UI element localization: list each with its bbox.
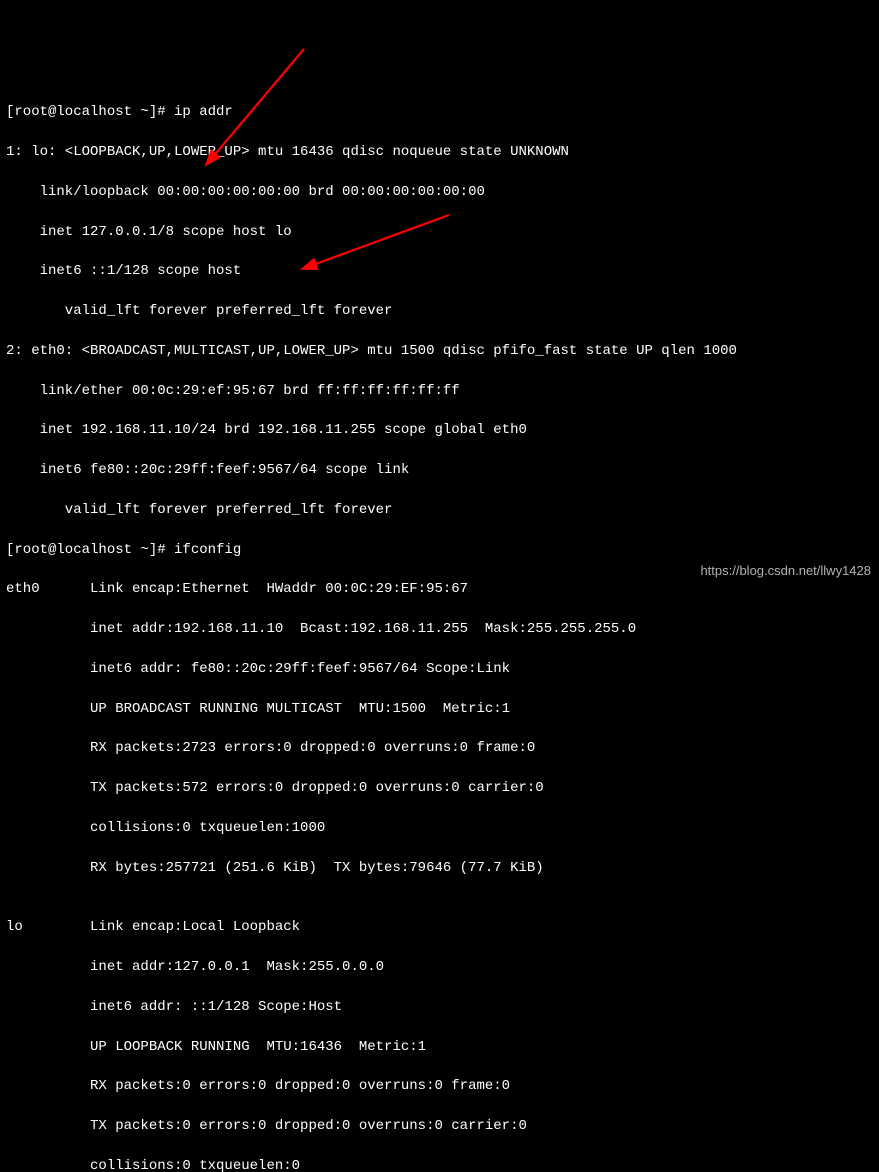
prompt-ip-addr: [root@localhost ~]# ip addr (6, 103, 873, 123)
ifconfig-line: inet addr:192.168.11.10 Bcast:192.168.11… (6, 620, 873, 640)
ifconfig-line: collisions:0 txqueuelen:0 (6, 1157, 873, 1172)
ifconfig-line: TX packets:0 errors:0 dropped:0 overruns… (6, 1117, 873, 1137)
ifconfig-line: eth0 Link encap:Ethernet HWaddr 00:0C:29… (6, 580, 873, 600)
ifconfig-line: collisions:0 txqueuelen:1000 (6, 819, 873, 839)
ifconfig-line: inet6 addr: ::1/128 Scope:Host (6, 998, 873, 1018)
ipaddr-line: valid_lft forever preferred_lft forever (6, 501, 873, 521)
ifconfig-line: RX packets:0 errors:0 dropped:0 overruns… (6, 1077, 873, 1097)
ipaddr-line: link/loopback 00:00:00:00:00:00 brd 00:0… (6, 183, 873, 203)
ipaddr-line: inet 127.0.0.1/8 scope host lo (6, 223, 873, 243)
ifconfig-line: RX bytes:257721 (251.6 KiB) TX bytes:796… (6, 859, 873, 879)
prompt-ifconfig: [root@localhost ~]# ifconfig (6, 541, 873, 561)
ipaddr-line: link/ether 00:0c:29:ef:95:67 brd ff:ff:f… (6, 382, 873, 402)
terminal-output: [root@localhost ~]# ip addr 1: lo: <LOOP… (6, 84, 873, 1172)
ipaddr-line: 2: eth0: <BROADCAST,MULTICAST,UP,LOWER_U… (6, 342, 873, 362)
ifconfig-line: UP BROADCAST RUNNING MULTICAST MTU:1500 … (6, 700, 873, 720)
watermark-text: https://blog.csdn.net/llwy1428 (700, 562, 871, 580)
ipaddr-line: valid_lft forever preferred_lft forever (6, 302, 873, 322)
ifconfig-line: RX packets:2723 errors:0 dropped:0 overr… (6, 739, 873, 759)
ifconfig-line: UP LOOPBACK RUNNING MTU:16436 Metric:1 (6, 1038, 873, 1058)
ipaddr-line: 1: lo: <LOOPBACK,UP,LOWER_UP> mtu 16436 … (6, 143, 873, 163)
ipaddr-line: inet6 fe80::20c:29ff:feef:9567/64 scope … (6, 461, 873, 481)
ipaddr-line: inet6 ::1/128 scope host (6, 262, 873, 282)
ifconfig-line: inet6 addr: fe80::20c:29ff:feef:9567/64 … (6, 660, 873, 680)
ifconfig-line: inet addr:127.0.0.1 Mask:255.0.0.0 (6, 958, 873, 978)
ifconfig-line: lo Link encap:Local Loopback (6, 918, 873, 938)
ipaddr-line: inet 192.168.11.10/24 brd 192.168.11.255… (6, 421, 873, 441)
ifconfig-line: TX packets:572 errors:0 dropped:0 overru… (6, 779, 873, 799)
